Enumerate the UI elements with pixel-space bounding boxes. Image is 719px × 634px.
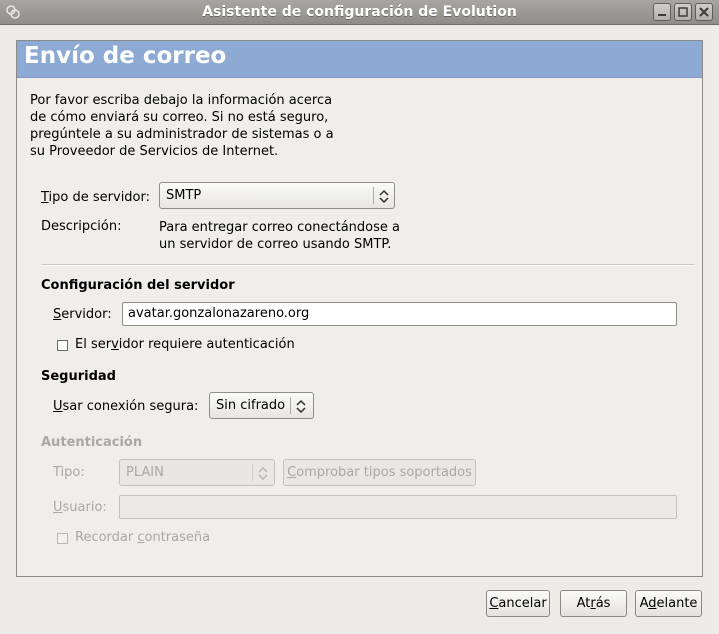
minimize-button[interactable] [653,3,671,21]
secure-connection-value: Sin cifrado [216,398,286,413]
section-divider [41,264,695,266]
window-title: Asistente de configuración de Evolution [202,4,517,20]
updown-arrows-icon [379,189,389,203]
user-label: Usuario: [53,500,107,515]
window-titlebar[interactable]: Asistente de configuración de Evolution [0,0,719,25]
server-input[interactable]: avatar.gonzalonazareno.org [122,302,677,326]
remember-password-checkbox[interactable] [57,533,68,544]
maximize-icon [678,7,688,17]
server-label: Servidor: [53,307,112,322]
updown-arrows-icon [296,399,306,413]
server-type-select[interactable]: SMTP [159,182,395,209]
back-button[interactable]: Atrás [560,590,627,617]
page-title: Envío de correo [24,43,227,69]
cancel-button[interactable]: Cancelar [486,590,550,617]
auth-type-value: PLAIN [126,465,164,480]
updown-arrows-icon [258,466,268,480]
server-config-heading: Configuración del servidor [41,278,235,293]
assistant-page: Envío de correo Por favor escriba debajo… [16,40,703,577]
forward-button[interactable]: Adelante [635,590,702,617]
auth-type-select[interactable]: PLAIN [119,459,275,486]
secure-connection-label: Usar conexión segura: [53,399,199,414]
minimize-icon [658,14,666,16]
page-header: Envío de correo [17,41,702,78]
user-input[interactable] [119,495,677,519]
secure-connection-select[interactable]: Sin cifrado [209,392,314,419]
check-supported-types-button[interactable]: Comprobar tipos soportados [283,459,476,486]
close-icon [699,7,709,17]
auth-required-checkbox[interactable] [57,340,68,351]
maximize-button[interactable] [674,3,692,21]
description-label: Descripción: [41,219,122,234]
remember-password-label[interactable]: Recordar contraseña [75,530,210,545]
authentication-heading: Autenticación [41,435,143,450]
auth-required-label[interactable]: El servidor requiere autenticación [75,337,295,352]
auth-type-label: Tipo: [53,465,85,480]
intro-text: Por favor escriba debajo la información … [30,93,334,159]
close-button[interactable] [695,3,713,21]
description-text: Para entregar correo conectándose a un s… [159,220,400,252]
server-type-label: Tipo de servidor: [41,190,151,205]
security-heading: Seguridad [41,369,116,384]
server-type-value: SMTP [166,188,202,203]
